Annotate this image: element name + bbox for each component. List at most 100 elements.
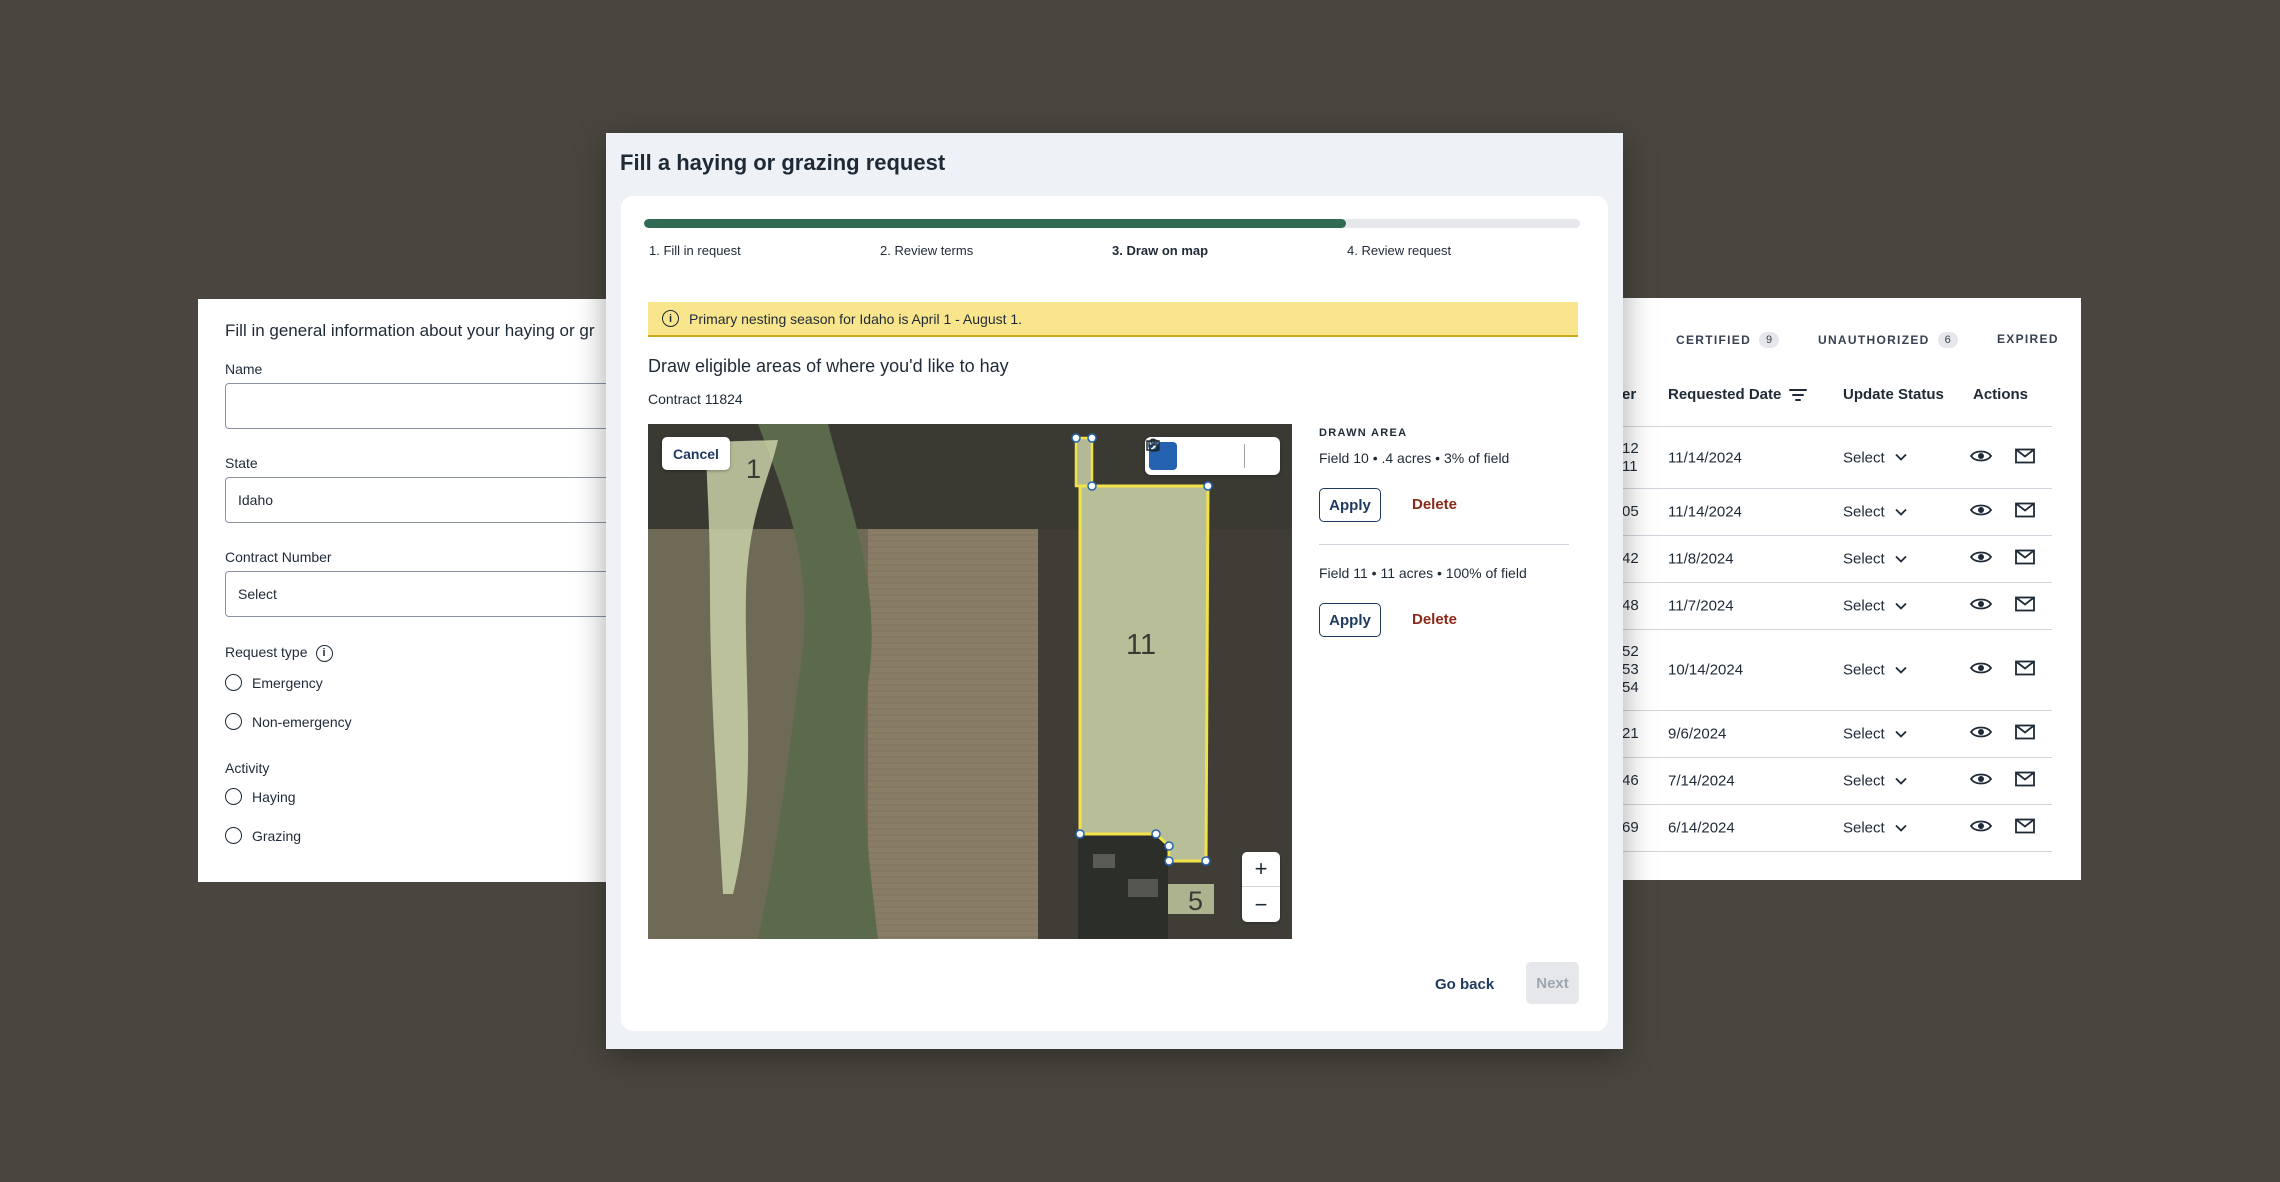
map-zoom-control: + −	[1242, 852, 1280, 922]
view-button[interactable]	[1969, 661, 1993, 679]
update-status-select[interactable]: Select	[1843, 504, 1907, 521]
map-canvas[interactable]: 1 10 11 5 Cancel + −	[648, 424, 1292, 939]
radio-circle-icon[interactable]	[225, 674, 242, 691]
status-tabs: CERTIFIED 9 UNAUTHORIZED 6 EXPIRED	[1622, 332, 2081, 352]
request-number-cell: 48	[1622, 597, 1639, 614]
info-icon[interactable]: i	[315, 644, 333, 662]
pan-tool[interactable]	[1148, 438, 1276, 470]
map-drawing-toolbar	[1145, 437, 1280, 475]
radio-grazing[interactable]: Grazing	[225, 827, 301, 844]
status-select-label: Select	[1843, 449, 1885, 466]
radio-circle-icon[interactable]	[225, 827, 242, 844]
request-number-cell: 52 53 54	[1622, 643, 1639, 696]
apply-field-10-button[interactable]: Apply	[1319, 488, 1381, 522]
draw-rectangle-tool[interactable]	[1146, 440, 1209, 470]
update-status-select[interactable]: Select	[1843, 449, 1907, 466]
radio-emergency[interactable]: Emergency	[225, 674, 323, 691]
sort-icon[interactable]	[1789, 388, 1808, 402]
status-select-label: Select	[1843, 725, 1885, 743]
eye-icon	[1969, 662, 1993, 674]
name-input[interactable]	[225, 383, 618, 429]
status-select-label: Select	[1843, 597, 1885, 615]
email-button[interactable]	[2015, 502, 2035, 522]
next-button[interactable]: Next	[1526, 962, 1579, 1004]
hand-icon	[1148, 438, 1158, 452]
table-row: 05 11/14/2024 Select	[1622, 488, 2052, 535]
radio-label: Grazing	[252, 827, 302, 844]
email-button[interactable]	[2015, 596, 2035, 616]
tab-unauthorized[interactable]: UNAUTHORIZED 6	[1818, 332, 1958, 348]
view-button[interactable]	[1969, 819, 1993, 837]
column-header-label: Requested Date	[1668, 386, 1782, 403]
contract-label: Contract 11824	[648, 391, 743, 407]
eye-icon	[1969, 726, 1993, 738]
drawn-field-10-info: Field 10 • .4 acres • 3% of field	[1319, 450, 1510, 466]
email-button[interactable]	[2015, 771, 2035, 791]
column-header-requested-date[interactable]: Requested Date	[1668, 386, 1808, 403]
update-status-select[interactable]: Select	[1843, 598, 1907, 615]
requested-date-cell: 11/7/2024	[1668, 597, 1734, 615]
radio-circle-icon[interactable]	[225, 713, 242, 730]
view-button[interactable]	[1969, 449, 1993, 467]
email-button[interactable]	[2015, 818, 2035, 838]
email-button[interactable]	[2015, 724, 2035, 744]
request-number-cell: 42	[1622, 550, 1639, 567]
requested-date-cell: 11/14/2024	[1668, 449, 1742, 466]
view-button[interactable]	[1969, 550, 1993, 568]
view-button[interactable]	[1969, 772, 1993, 790]
eye-icon	[1969, 551, 1993, 563]
table-row: 46 7/14/2024 Select	[1622, 757, 2052, 804]
update-status-select[interactable]: Select	[1843, 551, 1907, 568]
status-select-label: Select	[1843, 661, 1885, 679]
apply-field-11-button[interactable]: Apply	[1319, 603, 1381, 637]
step-fill-in-request: 1. Fill in request	[649, 243, 741, 258]
table-header: er Requested Date Update Status Actions	[1622, 386, 2081, 426]
name-label: Name	[225, 361, 263, 377]
request-number-cell: 69	[1622, 819, 1639, 836]
column-header-number: er	[1622, 386, 1637, 403]
requested-date-cell: 10/14/2024	[1668, 661, 1744, 679]
requested-date-cell: 6/14/2024	[1668, 819, 1735, 837]
map-cancel-button[interactable]: Cancel	[662, 437, 730, 470]
table-row: 21 9/6/2024 Select	[1622, 710, 2052, 757]
progress-fill	[644, 219, 1346, 228]
view-button[interactable]	[1969, 597, 1993, 615]
view-button[interactable]	[1969, 503, 1993, 521]
request-modal: Fill a haying or grazing request 1. Fill…	[606, 133, 1623, 1049]
requests-table-card: CERTIFIED 9 UNAUTHORIZED 6 EXPIRED er Re…	[1622, 298, 2081, 880]
satellite-map[interactable]: 1 10 11 5	[648, 424, 1292, 939]
delete-field-10-button[interactable]: Delete	[1412, 496, 1457, 513]
update-status-select[interactable]: Select	[1843, 662, 1907, 679]
view-button[interactable]	[1969, 725, 1993, 743]
update-status-select[interactable]: Select	[1843, 773, 1907, 790]
delete-field-11-button[interactable]: Delete	[1412, 611, 1457, 628]
email-button[interactable]	[2015, 549, 2035, 569]
chevron-down-icon	[1895, 602, 1907, 610]
mail-icon	[2015, 818, 2035, 834]
select-tool[interactable]	[1148, 438, 1240, 470]
requested-date-cell: 11/14/2024	[1668, 503, 1742, 521]
radio-circle-icon[interactable]	[225, 788, 242, 805]
state-select[interactable]: Idaho	[225, 477, 618, 523]
eye-icon	[1969, 598, 1993, 610]
email-button[interactable]	[2015, 660, 2035, 680]
contract-number-select[interactable]: Select	[225, 571, 618, 617]
form-intro-text: Fill in general information about your h…	[225, 321, 595, 340]
email-button[interactable]	[2015, 448, 2035, 467]
status-select-label: Select	[1843, 819, 1885, 837]
banner-text: Primary nesting season for Idaho is Apri…	[689, 310, 1023, 327]
mail-icon	[2015, 771, 2035, 787]
zoom-out-button[interactable]: −	[1242, 887, 1280, 922]
update-status-select[interactable]: Select	[1843, 820, 1907, 837]
radio-haying[interactable]: Haying	[225, 788, 296, 805]
radio-non-emergency[interactable]: Non-emergency	[225, 713, 352, 730]
tab-certified[interactable]: CERTIFIED 9	[1676, 332, 1780, 348]
field-label-11: 11	[1126, 629, 1156, 661]
go-back-button[interactable]: Go back	[1435, 976, 1494, 993]
drawn-area-title: DRAWN AREA	[1319, 427, 1408, 439]
update-status-select[interactable]: Select	[1843, 726, 1907, 743]
tab-expired[interactable]: EXPIRED	[1997, 332, 2059, 346]
zoom-in-button[interactable]: +	[1242, 852, 1280, 887]
mail-icon	[2015, 549, 2035, 565]
request-type-label-text: Request type	[225, 644, 308, 660]
